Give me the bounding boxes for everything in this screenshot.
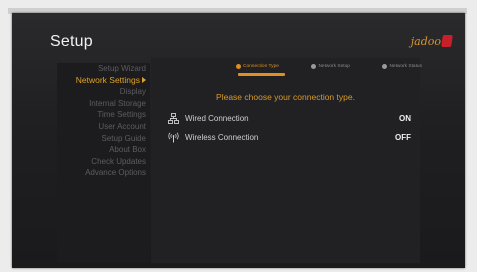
- sidebar-item-network-settings[interactable]: Network Settings: [57, 75, 150, 87]
- content-panel: [151, 58, 420, 263]
- sidebar-item-label: Network Settings: [75, 74, 140, 85]
- sidebar-item-time-settings[interactable]: Time Settings: [57, 109, 150, 121]
- step-label: Network Setup: [318, 63, 350, 69]
- sidebar-item-setup-wizard[interactable]: Setup Wizard: [57, 63, 150, 75]
- page-title: Setup: [50, 33, 93, 50]
- wired-connection-label: Wired Connection: [185, 113, 249, 123]
- wireless-connection-label: Wireless Connection: [185, 132, 259, 142]
- chevron-right-icon: [142, 77, 146, 84]
- sidebar-item-display[interactable]: Display: [57, 86, 150, 98]
- sidebar-item-advance-options[interactable]: Advance Options: [57, 167, 150, 179]
- sidebar-item-label: Advance Options: [85, 168, 146, 178]
- sidebar: Setup Wizard Network Settings Display In…: [57, 63, 150, 263]
- sidebar-item-label: Display: [119, 87, 146, 97]
- jadoo-logo: jadoo: [410, 32, 453, 50]
- wireless-connection-option[interactable]: Wireless Connection OFF: [168, 131, 414, 143]
- step-dot-icon: [382, 63, 388, 69]
- sidebar-item-user-account[interactable]: User Account: [57, 121, 150, 133]
- active-step-underline: [238, 73, 285, 76]
- wireless-connection-value: OFF: [395, 132, 411, 142]
- sidebar-item-label: About Box: [109, 145, 146, 155]
- step-dot-icon: [236, 63, 241, 69]
- sidebar-item-label: User Account: [98, 121, 146, 131]
- wired-connection-option[interactable]: Wired Connection ON: [168, 112, 414, 124]
- sidebar-item-label: Check Updates: [91, 156, 146, 166]
- step-network-status: Network Status: [382, 63, 422, 69]
- sidebar-item-about-box[interactable]: About Box: [57, 144, 150, 156]
- step-network-setup: Network Setup: [311, 63, 350, 69]
- step-label: Connection Type: [243, 63, 279, 69]
- sidebar-item-label: Time Settings: [97, 110, 146, 120]
- sidebar-item-internal-storage[interactable]: Internal Storage: [57, 98, 150, 110]
- sidebar-item-check-updates[interactable]: Check Updates: [57, 156, 150, 168]
- connection-prompt: Please choose your connection type.: [216, 92, 355, 102]
- logo-mark-icon: [441, 35, 453, 47]
- network-icon: [168, 112, 179, 124]
- sidebar-item-setup-guide[interactable]: Setup Guide: [57, 133, 150, 145]
- sidebar-item-label: Setup Guide: [101, 133, 146, 143]
- step-label: Network Status: [389, 63, 422, 69]
- step-connection-type: Connection Type: [236, 63, 279, 69]
- wired-connection-value: ON: [399, 113, 411, 123]
- step-dot-icon: [311, 63, 317, 69]
- sidebar-item-label: Internal Storage: [89, 98, 146, 108]
- wifi-icon: [168, 132, 179, 143]
- sidebar-menu: Setup Wizard Network Settings Display In…: [57, 63, 150, 179]
- logo-text: jadoo: [410, 34, 441, 48]
- sidebar-item-label: Setup Wizard: [97, 64, 146, 73]
- step-indicator: Connection Type Network Setup Network St…: [236, 60, 422, 72]
